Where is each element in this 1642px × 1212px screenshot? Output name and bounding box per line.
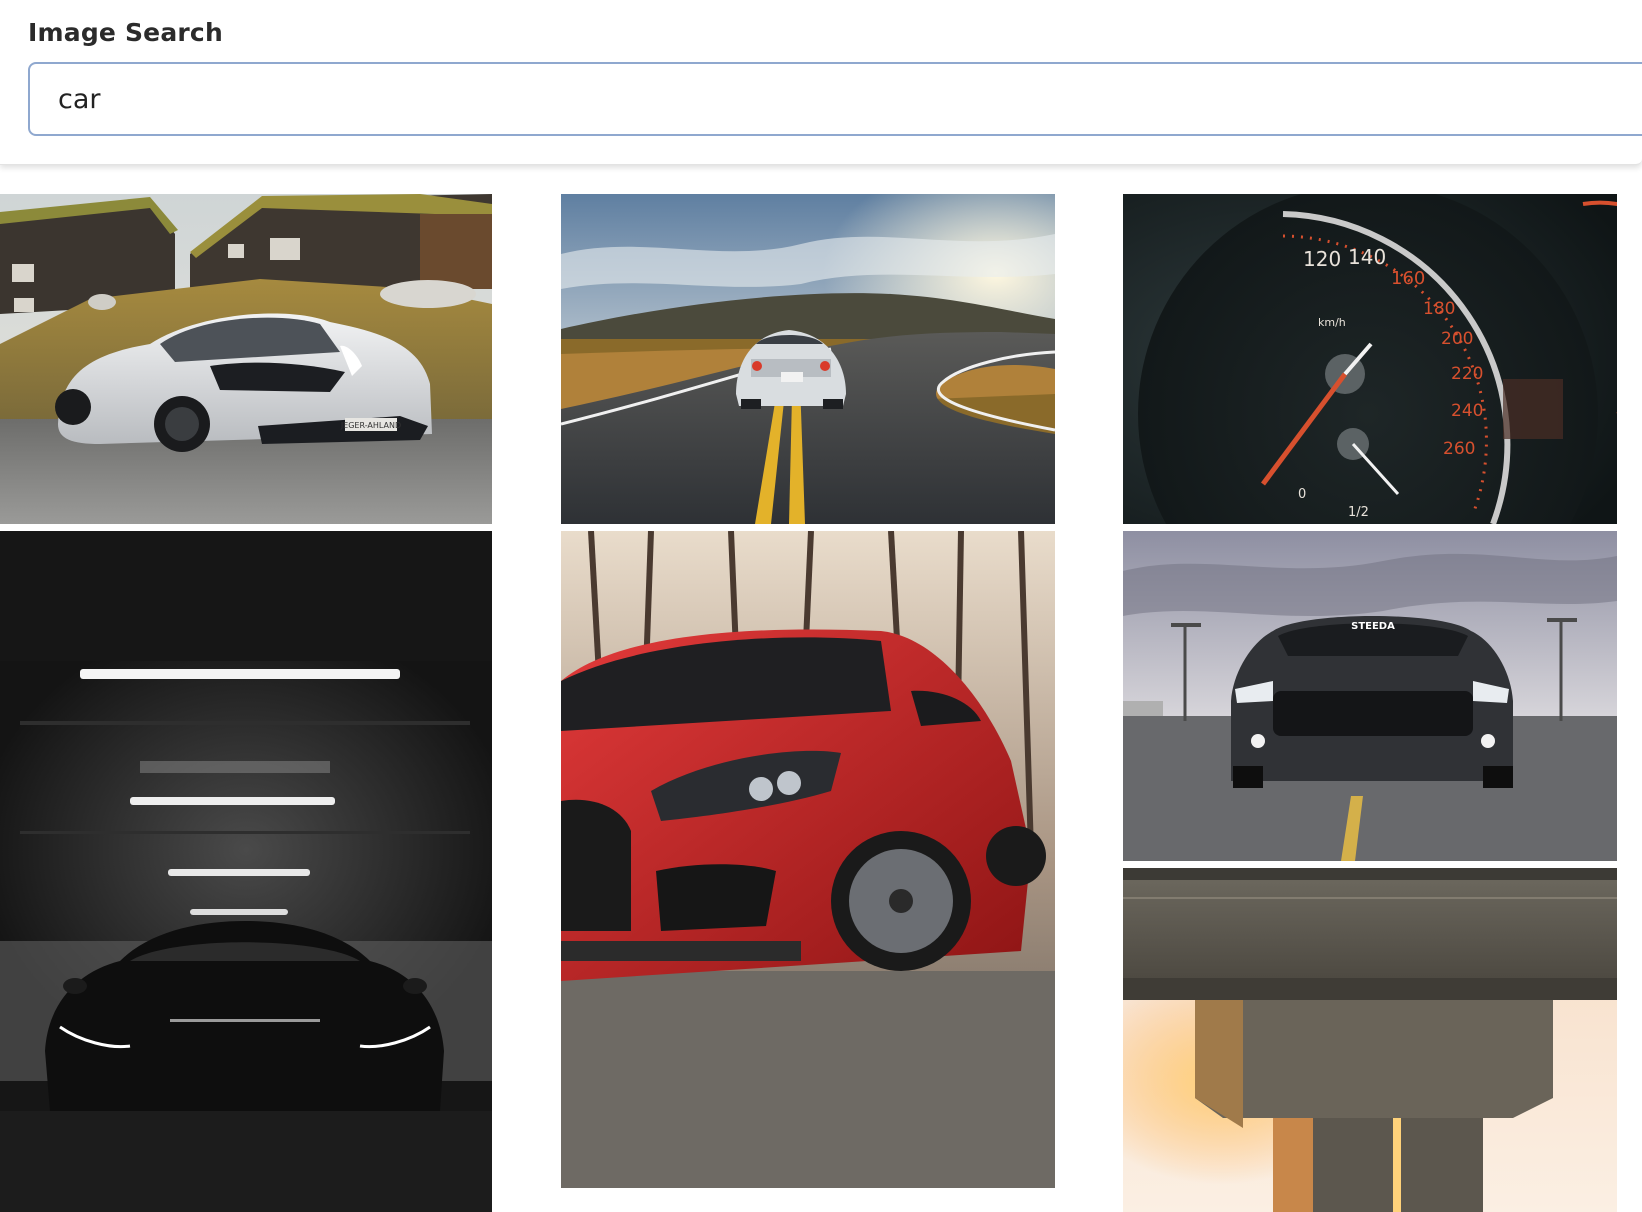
result-image-1[interactable]: JEGER-AHLAND [0,194,492,524]
result-image-3[interactable]: 120 140 160 180 200 220 240 260 km/h 0 1… [1123,194,1617,524]
gauge-label-260: 260 [1443,439,1475,459]
result-image-7[interactable] [1123,868,1617,1212]
search-input[interactable] [28,62,1642,136]
bridge-sunset-image [1123,868,1617,1212]
muscle-car-image: STEEDA [1123,531,1617,861]
white-supercar-image: JEGER-AHLAND [0,194,492,524]
gauge-unit-label: km/h [1318,316,1346,329]
road-sportscar-image [561,194,1055,524]
garage-car-image [0,531,492,1212]
gauge-label-180: 180 [1423,299,1455,319]
fuel-label-empty: 0 [1298,487,1306,502]
windshield-text: STEEDA [1351,621,1395,632]
gauge-label-220: 220 [1451,364,1483,384]
gauge-label-140: 140 [1348,245,1386,269]
result-image-6[interactable]: STEEDA [1123,531,1617,861]
gauge-label-120: 120 [1303,247,1341,271]
search-header: Image Search [0,0,1642,165]
fuel-label-half: 1/2 [1348,505,1369,520]
plate-text: JEGER-AHLAND [340,421,401,430]
gauge-label-160: 160 [1391,268,1425,289]
search-label: Image Search [28,18,223,47]
red-hatchback-image [561,531,1055,1188]
result-image-2[interactable] [561,194,1055,524]
result-image-4[interactable] [0,531,492,1212]
result-image-5[interactable] [561,531,1055,1188]
speedometer-image: 120 140 160 180 200 220 240 260 km/h 0 1… [1123,194,1617,524]
gauge-label-200: 200 [1441,329,1473,349]
gauge-label-240: 240 [1451,401,1483,421]
